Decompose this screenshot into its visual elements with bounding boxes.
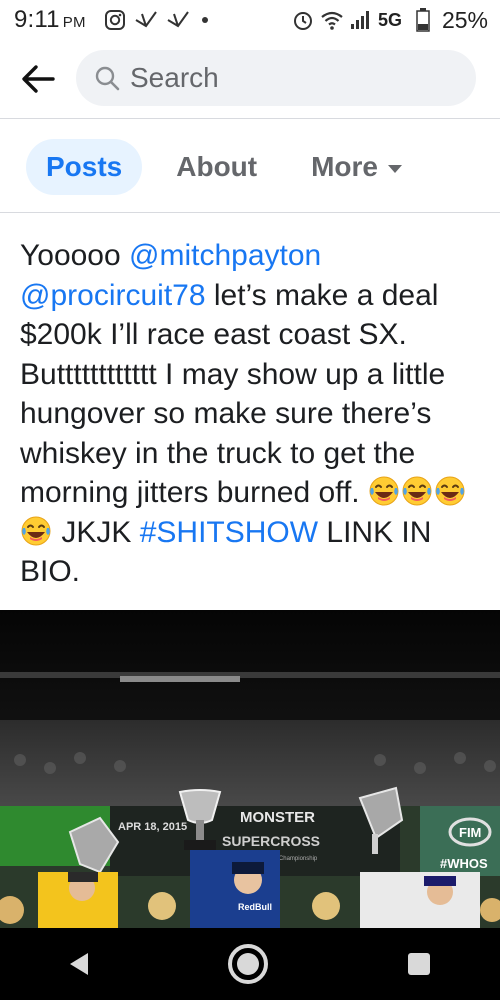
banner-date: APR 18, 2015 bbox=[118, 821, 187, 833]
banner-event: SUPERCROSS bbox=[222, 833, 320, 849]
dot-icon bbox=[201, 17, 208, 23]
instagram-icon bbox=[104, 10, 125, 30]
face-with-tears-of-joy-icon bbox=[21, 516, 51, 545]
network-type: 5G bbox=[377, 9, 402, 30]
tabs-divider bbox=[0, 212, 500, 213]
alarm-icon bbox=[293, 12, 312, 30]
caret-down-icon bbox=[388, 164, 403, 173]
hashtag-link[interactable]: #SHITSHOW bbox=[140, 516, 318, 549]
banner-brand: MONSTER bbox=[240, 809, 315, 826]
banner-fim: FIM bbox=[459, 825, 481, 840]
mention-link[interactable]: @mitchpayton bbox=[129, 239, 321, 272]
rider-center: RedBull bbox=[190, 850, 280, 928]
nav-home-icon[interactable] bbox=[228, 944, 268, 984]
tab-posts[interactable]: Posts bbox=[26, 139, 143, 195]
arrow-left-icon bbox=[22, 65, 55, 93]
header-divider bbox=[0, 118, 500, 119]
face-with-tears-of-joy-icon bbox=[402, 476, 432, 506]
nav-recents-icon[interactable] bbox=[408, 953, 430, 975]
tab-about[interactable]: About bbox=[156, 139, 277, 195]
rider-left bbox=[38, 872, 118, 928]
face-with-tears-of-joy-icon bbox=[369, 476, 399, 506]
post-text: Yooooo @mitchpayton @procircuit78 let’s … bbox=[20, 236, 490, 592]
rider-right bbox=[360, 872, 480, 928]
back-button[interactable] bbox=[8, 49, 68, 109]
nav-back-icon[interactable] bbox=[70, 953, 88, 975]
status-bar: 9:11 PM 5G 25% bbox=[0, 0, 500, 40]
wifi-icon bbox=[321, 11, 343, 30]
face-with-tears-of-joy-icon bbox=[435, 476, 465, 506]
post-photo[interactable]: APR 18, 2015 MONSTER SUPERCROSS SX World… bbox=[0, 610, 500, 928]
system-nav-bar bbox=[0, 928, 500, 1000]
bird-notification-icon bbox=[167, 11, 189, 28]
signal-icon bbox=[350, 11, 369, 29]
svg-text:RedBull: RedBull bbox=[238, 902, 272, 912]
battery-icon bbox=[416, 8, 430, 32]
search-header bbox=[0, 48, 500, 110]
search-bar[interactable] bbox=[76, 50, 476, 106]
search-icon bbox=[95, 66, 120, 91]
tab-more[interactable]: More bbox=[291, 139, 422, 195]
bird-notification-icon bbox=[135, 11, 157, 28]
mention-link[interactable]: @procircuit78 bbox=[20, 279, 206, 312]
status-time: 9:11 PM bbox=[14, 6, 86, 33]
search-input[interactable] bbox=[130, 62, 450, 94]
profile-tabs: Posts About More bbox=[0, 136, 500, 198]
podium-photo: APR 18, 2015 MONSTER SUPERCROSS SX World… bbox=[0, 610, 500, 928]
battery-percent: 25% bbox=[441, 6, 488, 33]
banner-hashtag: #WHOS bbox=[440, 856, 488, 871]
